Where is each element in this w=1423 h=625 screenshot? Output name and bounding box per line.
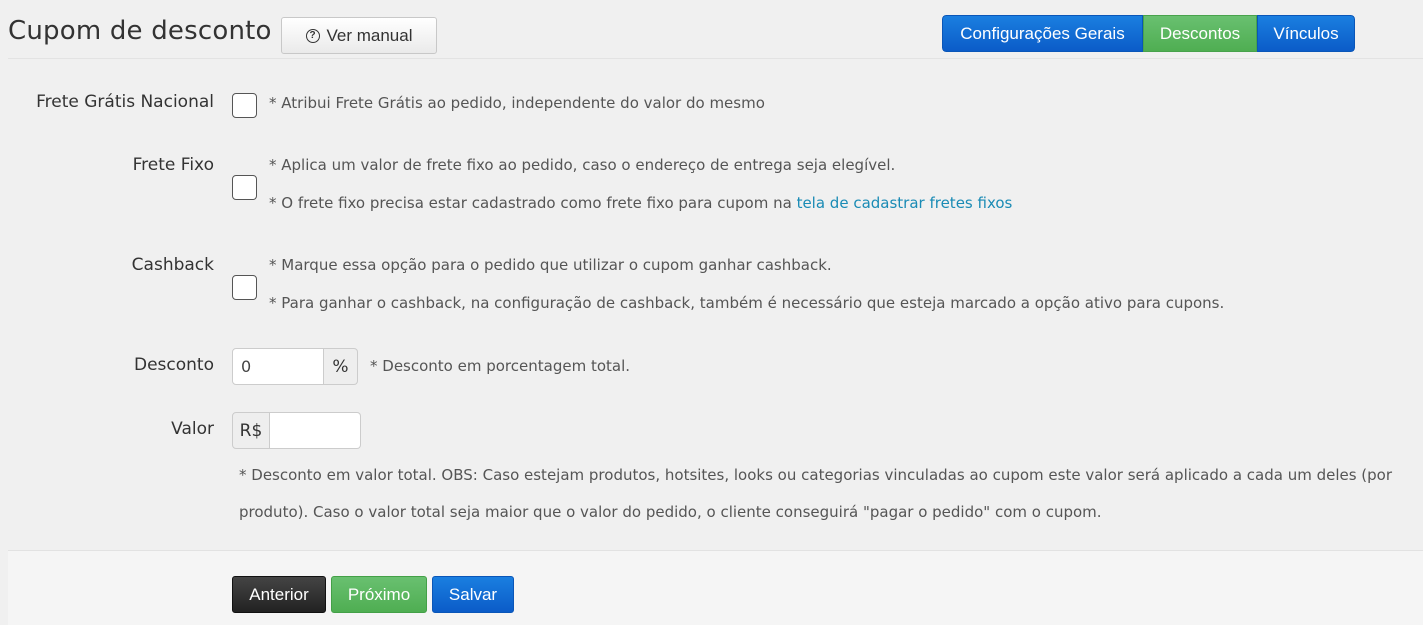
tab-vinculos[interactable]: Vínculos xyxy=(1257,15,1355,52)
previous-button[interactable]: Anterior xyxy=(232,576,326,613)
page-title: Cupom de desconto xyxy=(8,16,272,46)
question-circle-icon: ? xyxy=(305,28,320,43)
valor-note: * Desconto em valor total. OBS: Caso est… xyxy=(239,466,1393,521)
desconto-input[interactable] xyxy=(232,348,324,385)
frete-gratis-checkbox[interactable] xyxy=(232,93,257,118)
cashback-note-1: * Marque essa opção para o pedido que ut… xyxy=(269,256,832,274)
cashback-label: Cashback xyxy=(131,255,214,275)
next-button[interactable]: Próximo xyxy=(331,576,427,613)
frete-fixo-label: Frete Fixo xyxy=(132,155,214,175)
desconto-label: Desconto xyxy=(134,355,214,375)
desconto-note: * Desconto em porcentagem total. xyxy=(370,357,631,375)
frete-gratis-note: * Atribui Frete Grátis ao pedido, indepe… xyxy=(269,94,765,112)
valor-label: Valor xyxy=(171,419,214,439)
header-divider xyxy=(8,58,1423,59)
tab-descontos[interactable]: Descontos xyxy=(1143,15,1257,52)
currency-addon: R$ xyxy=(232,412,270,449)
percent-addon: % xyxy=(324,348,358,385)
manual-button[interactable]: ? Ver manual xyxy=(281,17,437,54)
desconto-input-group: % xyxy=(232,348,358,385)
frete-fixo-checkbox[interactable] xyxy=(232,175,257,200)
frete-fixo-note-1: * Aplica um valor de frete fixo ao pedid… xyxy=(269,156,896,174)
frete-fixo-note-2-text: * O frete fixo precisa estar cadastrado … xyxy=(269,194,792,212)
frete-gratis-label: Frete Grátis Nacional xyxy=(36,92,214,112)
cashback-checkbox[interactable] xyxy=(232,275,257,300)
form-footer xyxy=(8,550,1423,625)
valor-input[interactable] xyxy=(270,412,361,449)
tab-configuracoes-gerais[interactable]: Configurações Gerais xyxy=(942,15,1143,52)
cadastrar-fretes-fixos-link[interactable]: tela de cadastrar fretes fixos xyxy=(797,194,1013,212)
valor-input-group: R$ xyxy=(232,412,361,449)
save-button[interactable]: Salvar xyxy=(432,576,514,613)
frete-fixo-note-2: * O frete fixo precisa estar cadastrado … xyxy=(269,194,1012,212)
manual-button-label: Ver manual xyxy=(326,25,413,45)
section-tabs: Configurações Gerais Descontos Vínculos xyxy=(942,15,1355,52)
cashback-note-2: * Para ganhar o cashback, na configuraçã… xyxy=(269,294,1225,312)
